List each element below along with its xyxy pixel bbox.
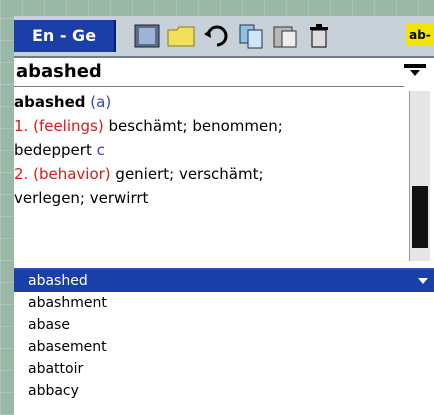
dictionary-entry: abashed abashed (a) 1. (feelings) beschä…	[14, 58, 426, 263]
entry-scroll-thumb[interactable]	[412, 186, 428, 248]
sense-2-continued: verlegen; verwirrt	[14, 186, 404, 210]
entry-word: abashed	[14, 93, 86, 111]
folder-icon[interactable]	[166, 22, 196, 50]
ab-toggle-button[interactable]: ab-	[406, 24, 434, 46]
dictionary-app: En - Ge ab- abashed abashed (a) 1. (feel…	[14, 16, 434, 415]
sense-translation: geniert; verschämt;	[115, 165, 264, 183]
sense-context: (feelings)	[33, 117, 104, 135]
sense-1-continued: bedeppert c	[14, 138, 404, 162]
undo-icon[interactable]	[202, 22, 232, 50]
paste-icon[interactable]	[270, 22, 300, 50]
sense-1: 1. (feelings) beschämt; benommen;	[14, 114, 404, 138]
trash-icon[interactable]	[304, 22, 334, 50]
sense-translation-cont: verlegen; verwirrt	[14, 189, 149, 207]
collapse-arrow-icon[interactable]	[402, 62, 428, 82]
word-list: abashed abashment abase abasement abatto…	[14, 268, 434, 415]
copy-icon[interactable]	[236, 22, 266, 50]
book-icon[interactable]	[132, 22, 162, 50]
list-item[interactable]: abasement	[14, 336, 434, 358]
sense-number: 1.	[14, 117, 29, 135]
entry-body: abashed (a) 1. (feelings) beschämt; beno…	[14, 90, 404, 210]
list-scroll-arrow-icon[interactable]	[412, 272, 434, 290]
sense-2: 2. (behavior) geniert; verschämt;	[14, 162, 404, 186]
headword: abashed	[16, 61, 102, 82]
sense-translation-cont: bedeppert	[14, 141, 92, 159]
toolbar: En - Ge ab-	[14, 16, 434, 58]
list-item[interactable]: abattoir	[14, 358, 434, 380]
part-of-speech: (a)	[90, 93, 112, 111]
sense-number: 2.	[14, 165, 29, 183]
list-item[interactable]: abashment	[14, 292, 434, 314]
sense-context: (behavior)	[33, 165, 111, 183]
language-direction-button[interactable]: En - Ge	[14, 20, 116, 52]
list-item[interactable]: abbacy	[14, 380, 434, 402]
list-item[interactable]: abase	[14, 314, 434, 336]
sense-translation: beschämt; benommen;	[108, 117, 283, 135]
entry-scrollbar[interactable]	[409, 91, 430, 261]
headword-row: abashed	[14, 58, 426, 87]
sense-mark: c	[96, 141, 105, 159]
list-item[interactable]: abashed	[14, 270, 434, 292]
entry-line: abashed (a)	[14, 90, 404, 114]
